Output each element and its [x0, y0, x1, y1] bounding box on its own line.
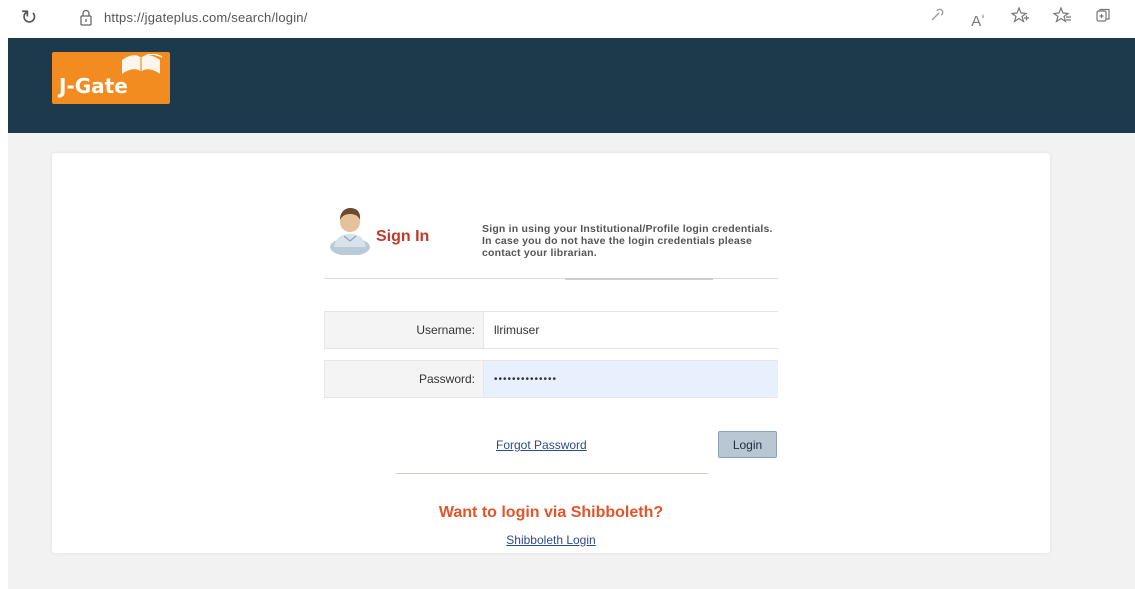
login-button[interactable]: Login — [718, 431, 777, 458]
browser-toolbar: ↻ https://jgateplus.com/search/login/ A⁹ — [0, 0, 1135, 38]
forgot-password-link[interactable]: Forgot Password — [496, 438, 587, 452]
shibboleth-login-link[interactable]: Shibboleth Login — [506, 533, 595, 547]
shibboleth-link-row: Shibboleth Login — [52, 533, 1050, 547]
username-input[interactable] — [483, 312, 778, 348]
login-card: Sign In Sign in using your Institutional… — [52, 153, 1050, 553]
extension-icon[interactable] — [926, 7, 948, 29]
reload-icon[interactable]: ↻ — [18, 7, 40, 29]
user-avatar-icon — [330, 208, 370, 255]
password-input[interactable] — [483, 361, 778, 397]
favorites-icon[interactable] — [1051, 6, 1073, 29]
site-header: J-Gate — [8, 38, 1135, 133]
header-divider — [324, 278, 778, 280]
address-bar[interactable]: https://jgateplus.com/search/login/ — [104, 9, 308, 27]
username-row: Username: — [324, 311, 778, 349]
collections-icon[interactable] — [1092, 7, 1114, 29]
j-gate-logo[interactable]: J-Gate — [52, 52, 170, 104]
form-divider — [396, 473, 708, 474]
password-label: Password: — [418, 372, 475, 386]
shibboleth-title: Want to login via Shibboleth? — [438, 504, 664, 521]
read-aloud-icon[interactable]: A⁹ — [967, 7, 989, 30]
page-body: Sign In Sign in using your Institutional… — [8, 133, 1135, 589]
username-label: Username: — [416, 323, 475, 337]
lock-icon[interactable] — [78, 9, 94, 27]
password-row: Password: — [324, 360, 778, 398]
add-favorite-icon[interactable] — [1009, 6, 1031, 29]
signin-description: Sign in using your Institutional/Profile… — [482, 223, 773, 259]
signin-title: Sign In — [376, 228, 430, 245]
signin-header: Sign In Sign in using your Institutional… — [328, 203, 778, 273]
logo-text: J-Gate — [59, 74, 128, 98]
